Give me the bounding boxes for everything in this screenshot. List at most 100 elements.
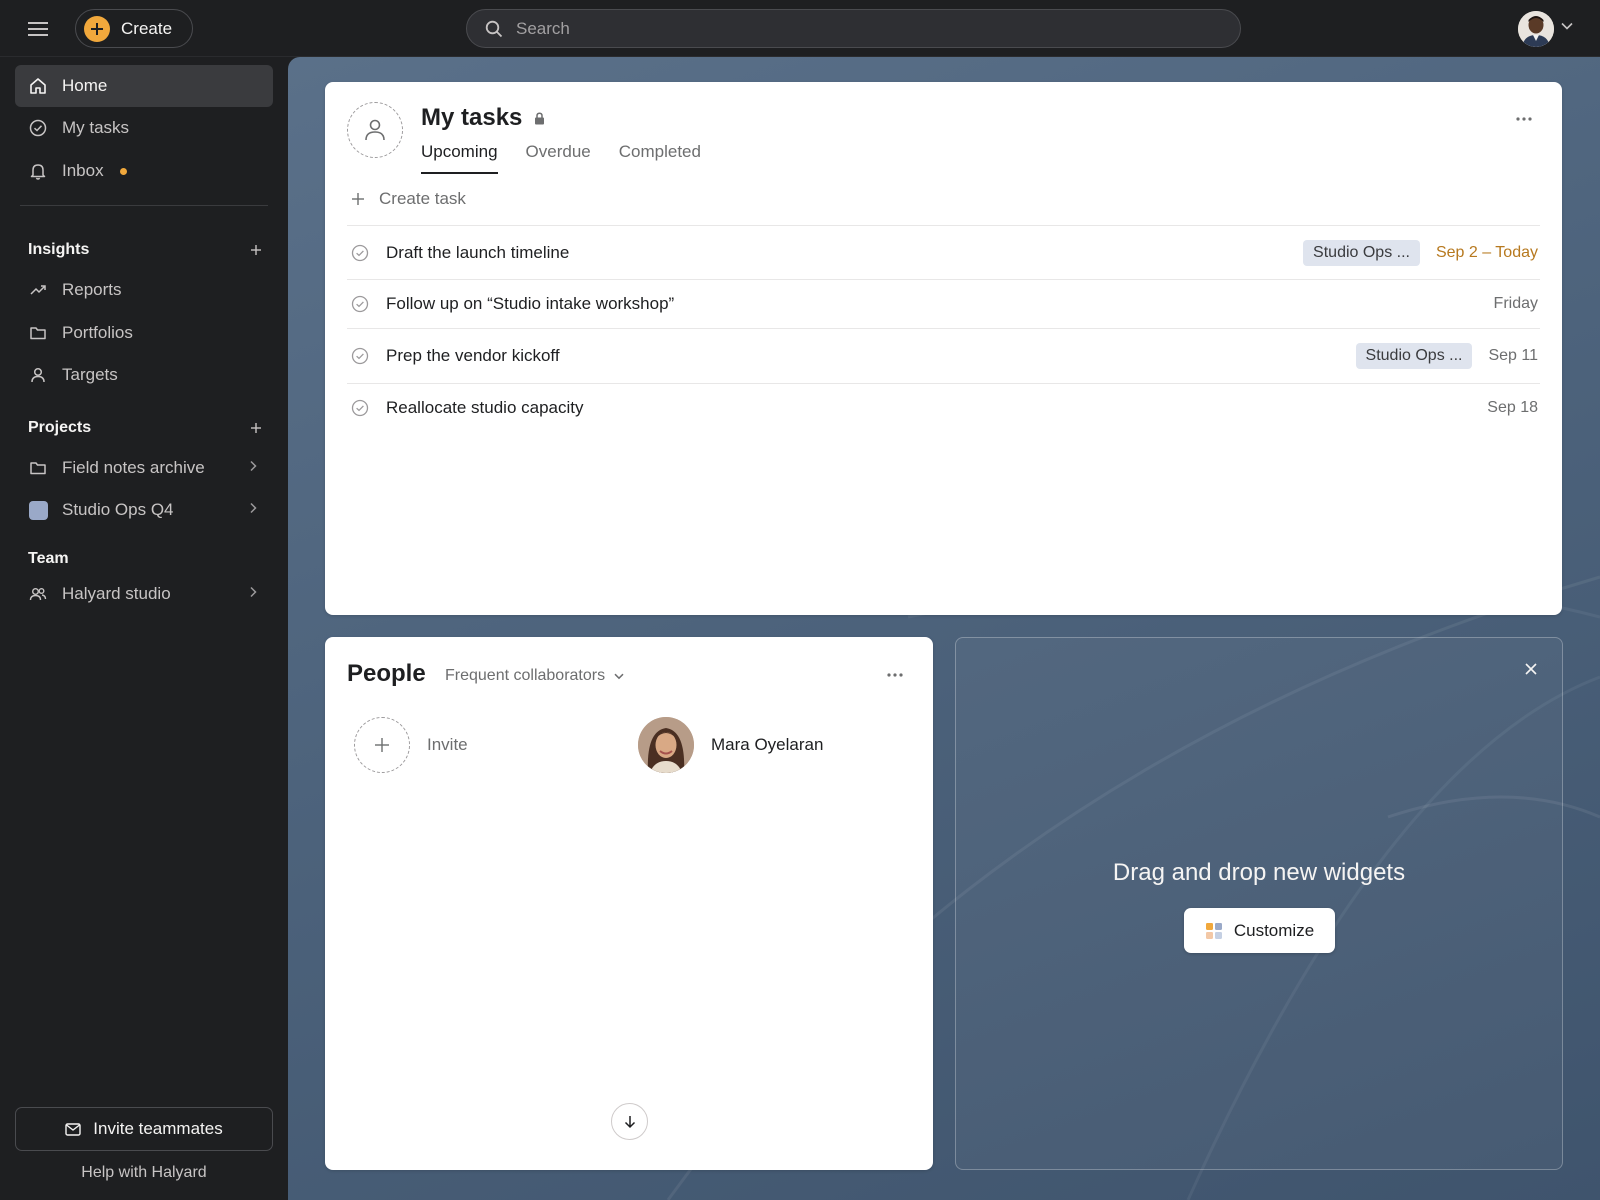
task-due-date[interactable]: Sep 2 – Today <box>1436 244 1538 262</box>
avatar <box>638 717 694 773</box>
help-link[interactable]: Help with Halyard <box>15 1164 273 1182</box>
plus-icon <box>351 192 379 206</box>
folder-icon <box>28 458 48 478</box>
projects-header: Projects <box>28 419 264 437</box>
sidebar: Home My tasks Inbox Insights Reports Por… <box>0 57 288 1200</box>
sidebar-item-label: Home <box>62 76 108 95</box>
top-bar: Create <box>0 0 1600 57</box>
search-bar[interactable] <box>466 9 1241 48</box>
tasks-avatar-placeholder <box>347 102 403 158</box>
task-row[interactable]: Prep the vendor kickoff Studio Ops ... S… <box>347 328 1540 383</box>
sidebar-item-label: Portfolios <box>62 323 133 342</box>
invite-teammates-label: Invite teammates <box>93 1119 223 1138</box>
create-task-button[interactable]: Create task <box>351 189 466 209</box>
sidebar-item-label: Halyard studio <box>62 584 171 603</box>
my-tasks-widget: My tasks Upcoming Overdue Completed Crea… <box>325 82 1562 615</box>
create-label: Create <box>121 18 173 38</box>
person-icon <box>28 365 48 385</box>
task-name: Prep the vendor kickoff <box>386 346 560 365</box>
trend-line-icon <box>28 280 48 300</box>
task-row[interactable]: Follow up on “Studio intake workshop” Fr… <box>347 279 1540 328</box>
insights-title: Insights <box>28 241 90 258</box>
team-title: Team <box>28 550 69 567</box>
task-project-tag[interactable]: Studio Ops ... <box>1355 343 1473 369</box>
user-avatar[interactable] <box>1518 11 1554 47</box>
tab-overdue[interactable]: Overdue <box>526 142 591 174</box>
add-project-icon[interactable] <box>248 420 264 436</box>
create-task-label: Create task <box>379 189 466 208</box>
people-icon <box>28 584 48 604</box>
task-due-date[interactable]: Friday <box>1494 295 1538 313</box>
chevron-right-icon[interactable] <box>249 502 257 514</box>
invite-person-button[interactable]: Invite <box>354 717 468 773</box>
task-due-date[interactable]: Sep 11 <box>1488 347 1538 365</box>
sidebar-item-label: Inbox <box>62 161 104 180</box>
search-icon <box>485 20 503 38</box>
tab-completed[interactable]: Completed <box>619 142 701 174</box>
chevron-down-icon[interactable] <box>1561 22 1573 30</box>
customize-label: Customize <box>1233 920 1315 940</box>
person-item[interactable]: Mara Oyelaran <box>638 717 823 773</box>
person-name: Mara Oyelaran <box>711 735 824 754</box>
projects-title: Projects <box>28 419 92 436</box>
people-filter-dropdown[interactable]: Frequent collaborators <box>445 667 624 685</box>
plus-icon <box>354 717 410 773</box>
sidebar-item-targets[interactable]: Targets <box>15 354 273 396</box>
check-circle-icon[interactable] <box>351 244 369 262</box>
create-button[interactable]: Create <box>75 9 193 48</box>
task-due-date[interactable]: Sep 18 <box>1487 399 1538 417</box>
task-name: Reallocate studio capacity <box>386 398 584 417</box>
check-circle-icon[interactable] <box>351 399 369 417</box>
sidebar-item-field-notes-archive[interactable]: Field notes archive <box>15 447 273 489</box>
widgets-grid-icon <box>1205 922 1234 940</box>
task-name: Follow up on “Studio intake workshop” <box>386 294 675 313</box>
scroll-down-button[interactable] <box>611 1103 648 1140</box>
sidebar-item-label: My tasks <box>62 118 130 137</box>
sidebar-item-reports[interactable]: Reports <box>15 269 273 311</box>
my-tasks-title: My tasks <box>421 104 523 131</box>
home-icon <box>28 76 48 96</box>
invite-label: Invite <box>427 735 468 754</box>
task-name: Draft the launch timeline <box>386 242 570 262</box>
insights-header: Insights <box>28 241 264 259</box>
add-widget-dropzone: Drag and drop new widgets Customize <box>955 637 1563 1170</box>
bell-icon <box>28 161 48 181</box>
add-insight-icon[interactable] <box>248 242 264 258</box>
task-project-tag[interactable]: Studio Ops ... <box>1303 239 1420 266</box>
chevron-right-icon[interactable] <box>249 460 257 472</box>
tab-upcoming[interactable]: Upcoming <box>421 142 498 174</box>
my-tasks-title-wrap: My tasks <box>421 104 545 132</box>
check-circle-icon[interactable] <box>351 347 369 365</box>
people-filter-label: Frequent collaborators <box>445 667 606 684</box>
sidebar-item-my-tasks[interactable]: My tasks <box>15 107 273 149</box>
notification-dot <box>119 167 127 175</box>
search-input[interactable] <box>516 18 1196 39</box>
folder-icon <box>28 323 48 343</box>
task-row[interactable]: Draft the launch timeline Studio Ops ...… <box>347 225 1540 279</box>
sidebar-item-label: Field notes archive <box>62 458 205 477</box>
check-circle-icon[interactable] <box>351 295 369 313</box>
task-list: Draft the launch timeline Studio Ops ...… <box>347 225 1540 432</box>
project-swatch-icon <box>28 500 48 520</box>
hamburger-icon[interactable] <box>24 18 52 40</box>
people-widget: People Frequent collaborators Invite Mar… <box>325 637 933 1170</box>
sidebar-item-portfolios[interactable]: Portfolios <box>15 312 273 354</box>
more-options-icon[interactable] <box>883 667 907 683</box>
close-icon[interactable] <box>1522 660 1540 678</box>
sidebar-item-label: Reports <box>62 280 122 299</box>
sidebar-item-studio-ops-q4[interactable]: Studio Ops Q4 <box>15 489 273 531</box>
sidebar-item-inbox[interactable]: Inbox <box>15 150 273 192</box>
plus-icon <box>84 15 110 42</box>
chevron-right-icon[interactable] <box>249 586 257 598</box>
task-row[interactable]: Reallocate studio capacity Sep 18 <box>347 383 1540 432</box>
arrow-down-icon <box>624 1115 635 1128</box>
sidebar-item-halyard-studio[interactable]: Halyard studio <box>15 573 273 615</box>
invite-teammates-button[interactable]: Invite teammates <box>15 1107 273 1151</box>
customize-button[interactable]: Customize <box>1184 908 1335 953</box>
sidebar-divider <box>20 205 268 206</box>
more-options-icon[interactable] <box>1512 111 1536 127</box>
main-area: My tasks Upcoming Overdue Completed Crea… <box>288 57 1600 1200</box>
dropzone-text: Drag and drop new widgets <box>1112 859 1406 886</box>
lock-icon <box>534 111 545 125</box>
sidebar-item-home[interactable]: Home <box>15 65 273 107</box>
